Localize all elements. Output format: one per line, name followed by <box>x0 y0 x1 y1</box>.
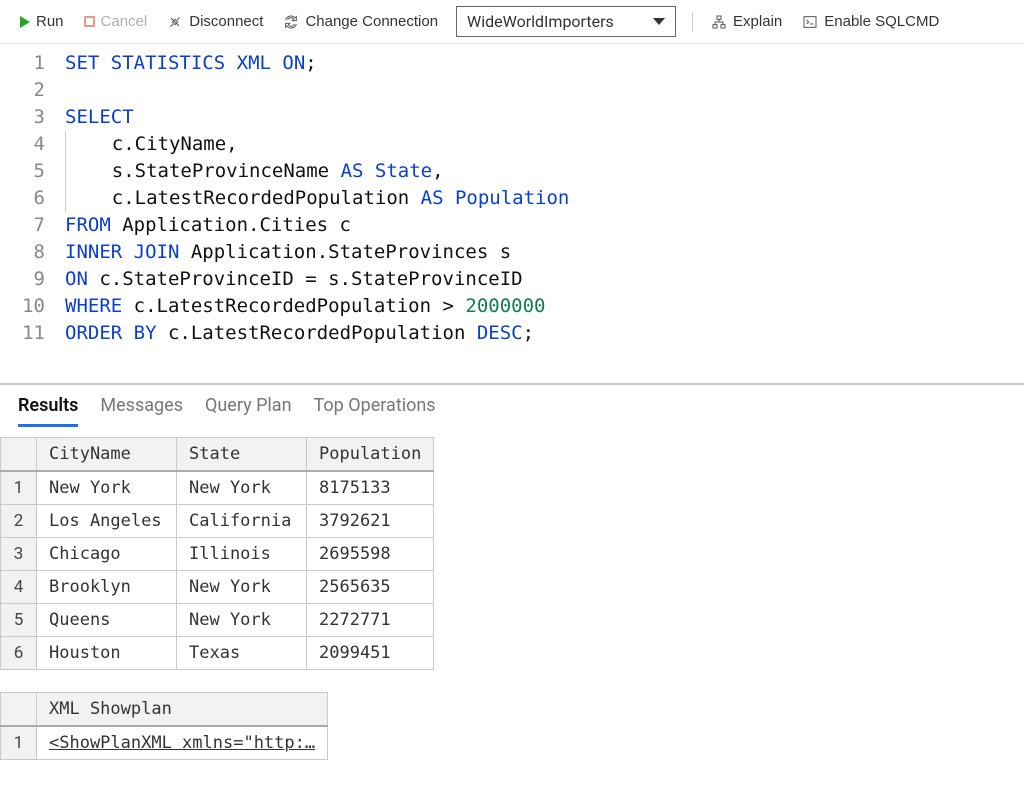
cell[interactable]: New York <box>177 604 307 637</box>
cell[interactable]: Los Angeles <box>37 505 177 538</box>
cell[interactable]: 2565635 <box>307 571 434 604</box>
cell[interactable]: 2272771 <box>307 604 434 637</box>
code-line[interactable]: c.CityName, <box>65 131 1024 158</box>
row-number: 4 <box>1 571 37 604</box>
line-number: 7 <box>0 212 45 239</box>
play-icon <box>20 16 30 28</box>
tab-results[interactable]: Results <box>18 395 78 427</box>
change-connection-button[interactable]: Change Connection <box>275 9 446 34</box>
table-row[interactable]: 1 <ShowPlanXML xmlns="http:… <box>1 726 328 760</box>
sql-editor[interactable]: 1234567891011 SET STATISTICS XML ON; SELE… <box>0 44 1024 347</box>
column-header[interactable]: State <box>177 438 307 472</box>
table-row[interactable]: 6HoustonTexas2099451 <box>1 637 434 670</box>
cell[interactable]: Queens <box>37 604 177 637</box>
cell[interactable]: New York <box>37 471 177 505</box>
run-label: Run <box>36 13 64 30</box>
disconnect-label: Disconnect <box>189 13 263 30</box>
connection-value: WideWorldImporters <box>467 12 614 31</box>
line-number: 6 <box>0 185 45 212</box>
cell[interactable]: 2695598 <box>307 538 434 571</box>
enable-sqlcmd-label: Enable SQLCMD <box>824 13 939 30</box>
toolbar-divider <box>692 12 693 32</box>
line-number: 2 <box>0 77 45 104</box>
line-number: 10 <box>0 293 45 320</box>
cell[interactable]: Houston <box>37 637 177 670</box>
line-number: 9 <box>0 266 45 293</box>
results-grid[interactable]: CityNameStatePopulation 1New YorkNew Yor… <box>0 437 434 670</box>
explain-icon <box>711 14 727 30</box>
code-line[interactable]: WHERE c.LatestRecordedPopulation > 20000… <box>65 293 1024 320</box>
row-number: 2 <box>1 505 37 538</box>
code-area[interactable]: SET STATISTICS XML ON; SELECT c.CityName,… <box>65 50 1024 347</box>
connection-select[interactable]: WideWorldImporters <box>456 6 676 37</box>
showplan-corner <box>1 693 37 727</box>
code-line[interactable]: SELECT <box>65 104 1024 131</box>
cancel-label: Cancel <box>101 13 148 30</box>
cell[interactable]: Texas <box>177 637 307 670</box>
cancel-button[interactable]: Cancel <box>76 9 156 34</box>
column-header[interactable]: CityName <box>37 438 177 472</box>
code-line[interactable]: s.StateProvinceName AS State, <box>65 158 1024 185</box>
run-button[interactable]: Run <box>12 9 72 34</box>
code-line[interactable]: c.LatestRecordedPopulation AS Population <box>65 185 1024 212</box>
row-number: 1 <box>1 726 37 760</box>
row-number: 3 <box>1 538 37 571</box>
change-connection-icon <box>283 14 299 30</box>
results-tabs: Results Messages Query Plan Top Operatio… <box>0 385 1024 427</box>
tab-messages[interactable]: Messages <box>100 395 183 424</box>
table-row[interactable]: 5QueensNew York2272771 <box>1 604 434 637</box>
cell[interactable]: Brooklyn <box>37 571 177 604</box>
line-number: 11 <box>0 320 45 347</box>
cell[interactable]: 8175133 <box>307 471 434 505</box>
showplan-grid[interactable]: XML Showplan 1 <ShowPlanXML xmlns="http:… <box>0 692 328 760</box>
code-line[interactable] <box>65 77 1024 104</box>
grid-corner <box>1 438 37 472</box>
explain-button[interactable]: Explain <box>703 9 790 34</box>
row-number: 6 <box>1 637 37 670</box>
showplan-link[interactable]: <ShowPlanXML xmlns="http:… <box>49 733 315 753</box>
table-row[interactable]: 4BrooklynNew York2565635 <box>1 571 434 604</box>
results-grid-wrap: CityNameStatePopulation 1New YorkNew Yor… <box>0 437 1024 760</box>
code-line[interactable]: ON c.StateProvinceID = s.StateProvinceID <box>65 266 1024 293</box>
code-line[interactable]: INNER JOIN Application.StateProvinces s <box>65 239 1024 266</box>
sqlcmd-icon <box>802 14 818 30</box>
line-number: 8 <box>0 239 45 266</box>
line-number: 3 <box>0 104 45 131</box>
showplan-header: XML Showplan <box>37 693 328 727</box>
table-row[interactable]: 1New YorkNew York8175133 <box>1 471 434 505</box>
chevron-down-icon <box>653 18 665 25</box>
results-pane: Results Messages Query Plan Top Operatio… <box>0 383 1024 760</box>
change-connection-label: Change Connection <box>305 13 438 30</box>
enable-sqlcmd-button[interactable]: Enable SQLCMD <box>794 9 947 34</box>
stop-icon <box>84 16 95 27</box>
column-header[interactable]: Population <box>307 438 434 472</box>
code-line[interactable]: SET STATISTICS XML ON; <box>65 50 1024 77</box>
tab-top-operations[interactable]: Top Operations <box>314 395 436 424</box>
table-row[interactable]: 3ChicagoIllinois2695598 <box>1 538 434 571</box>
cell[interactable]: Illinois <box>177 538 307 571</box>
line-number: 4 <box>0 131 45 158</box>
disconnect-icon <box>167 14 183 30</box>
showplan-cell[interactable]: <ShowPlanXML xmlns="http:… <box>37 726 328 760</box>
table-row[interactable]: 2Los AngelesCalifornia3792621 <box>1 505 434 538</box>
explain-label: Explain <box>733 13 782 30</box>
cell[interactable]: New York <box>177 571 307 604</box>
line-number: 5 <box>0 158 45 185</box>
disconnect-button[interactable]: Disconnect <box>159 9 271 34</box>
code-line[interactable]: FROM Application.Cities c <box>65 212 1024 239</box>
cell[interactable]: 3792621 <box>307 505 434 538</box>
line-gutter: 1234567891011 <box>0 50 65 347</box>
row-number: 1 <box>1 471 37 505</box>
code-line[interactable]: ORDER BY c.LatestRecordedPopulation DESC… <box>65 320 1024 347</box>
cell[interactable]: 2099451 <box>307 637 434 670</box>
cell[interactable]: New York <box>177 471 307 505</box>
row-number: 5 <box>1 604 37 637</box>
line-number: 1 <box>0 50 45 77</box>
cell[interactable]: Chicago <box>37 538 177 571</box>
cell[interactable]: California <box>177 505 307 538</box>
tab-query-plan[interactable]: Query Plan <box>205 395 292 424</box>
toolbar: Run Cancel Disconnect Change Connection … <box>0 0 1024 44</box>
